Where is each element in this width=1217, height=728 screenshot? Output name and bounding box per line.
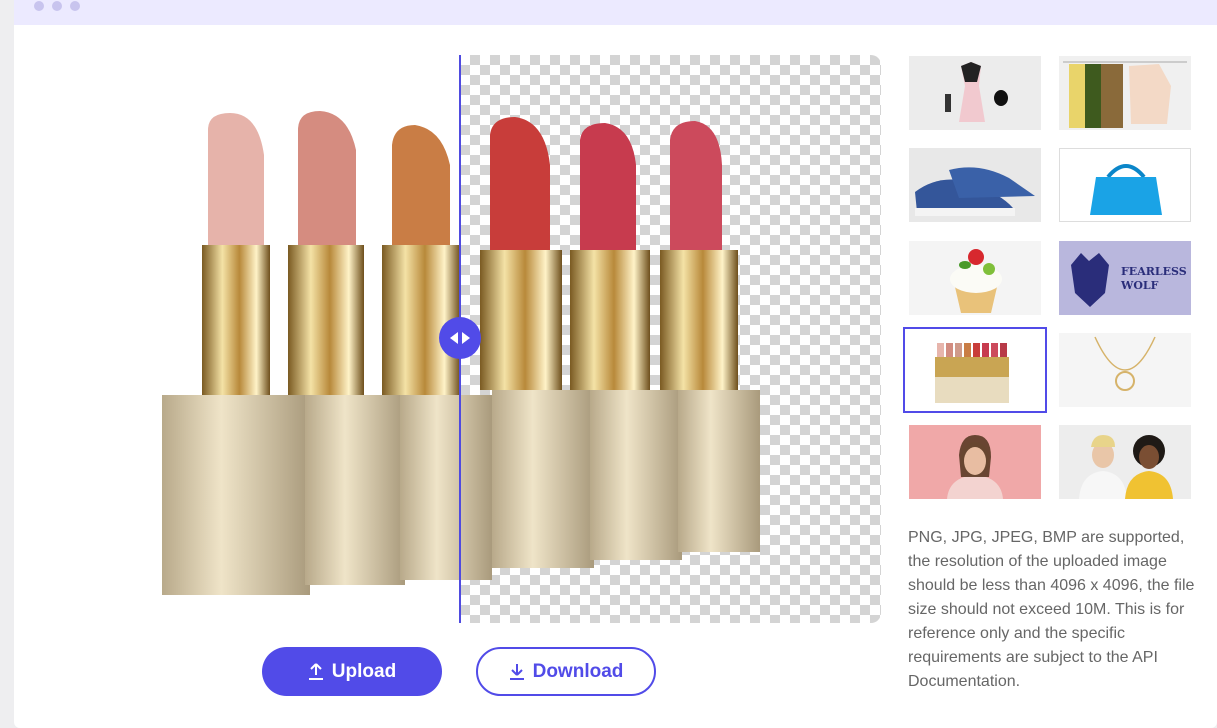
thumbnail-cupcake[interactable] (909, 241, 1041, 315)
window-titlebar (14, 0, 1217, 25)
thumbnail-sweaters-rack[interactable] (1059, 56, 1191, 130)
thumbnail-woman-pink-background[interactable] (909, 425, 1041, 499)
upload-button-label: Upload (331, 660, 397, 682)
comparison-handle[interactable] (439, 317, 481, 359)
download-button-label: Download (532, 660, 624, 682)
supported-formats-note: PNG, JPG, JPEG, BMP are supported, the r… (908, 529, 1195, 690)
window-dot-icon (34, 1, 44, 11)
upload-icon (308, 662, 323, 680)
svg-text:WOLF: WOLF (1120, 279, 1159, 292)
thumbnail-blue-sneakers[interactable] (909, 148, 1041, 222)
lipstick-image (162, 111, 760, 595)
thumbnail-fearless-wolf-logo[interactable]: FEARLESS WOLF (1059, 241, 1191, 315)
comparison-viewer[interactable] (160, 55, 881, 623)
thumbnail-two-people[interactable] (1059, 425, 1191, 499)
arrow-right-icon (462, 332, 470, 344)
thumbnail-clothing-accessories[interactable] (909, 56, 1041, 130)
svg-text:FEARLESS: FEARLESS (1121, 265, 1187, 278)
window-dot-icon (52, 1, 62, 11)
download-button[interactable]: Download (476, 647, 656, 696)
thumbnail-lipsticks[interactable] (903, 327, 1047, 413)
window-dot-icon (70, 1, 80, 11)
upload-button[interactable]: Upload (262, 647, 442, 696)
download-icon (509, 663, 524, 680)
thumbnail-blue-handbag[interactable] (1059, 148, 1191, 222)
thumbnail-rose-necklace[interactable] (1059, 333, 1191, 407)
arrow-left-icon (450, 332, 458, 344)
